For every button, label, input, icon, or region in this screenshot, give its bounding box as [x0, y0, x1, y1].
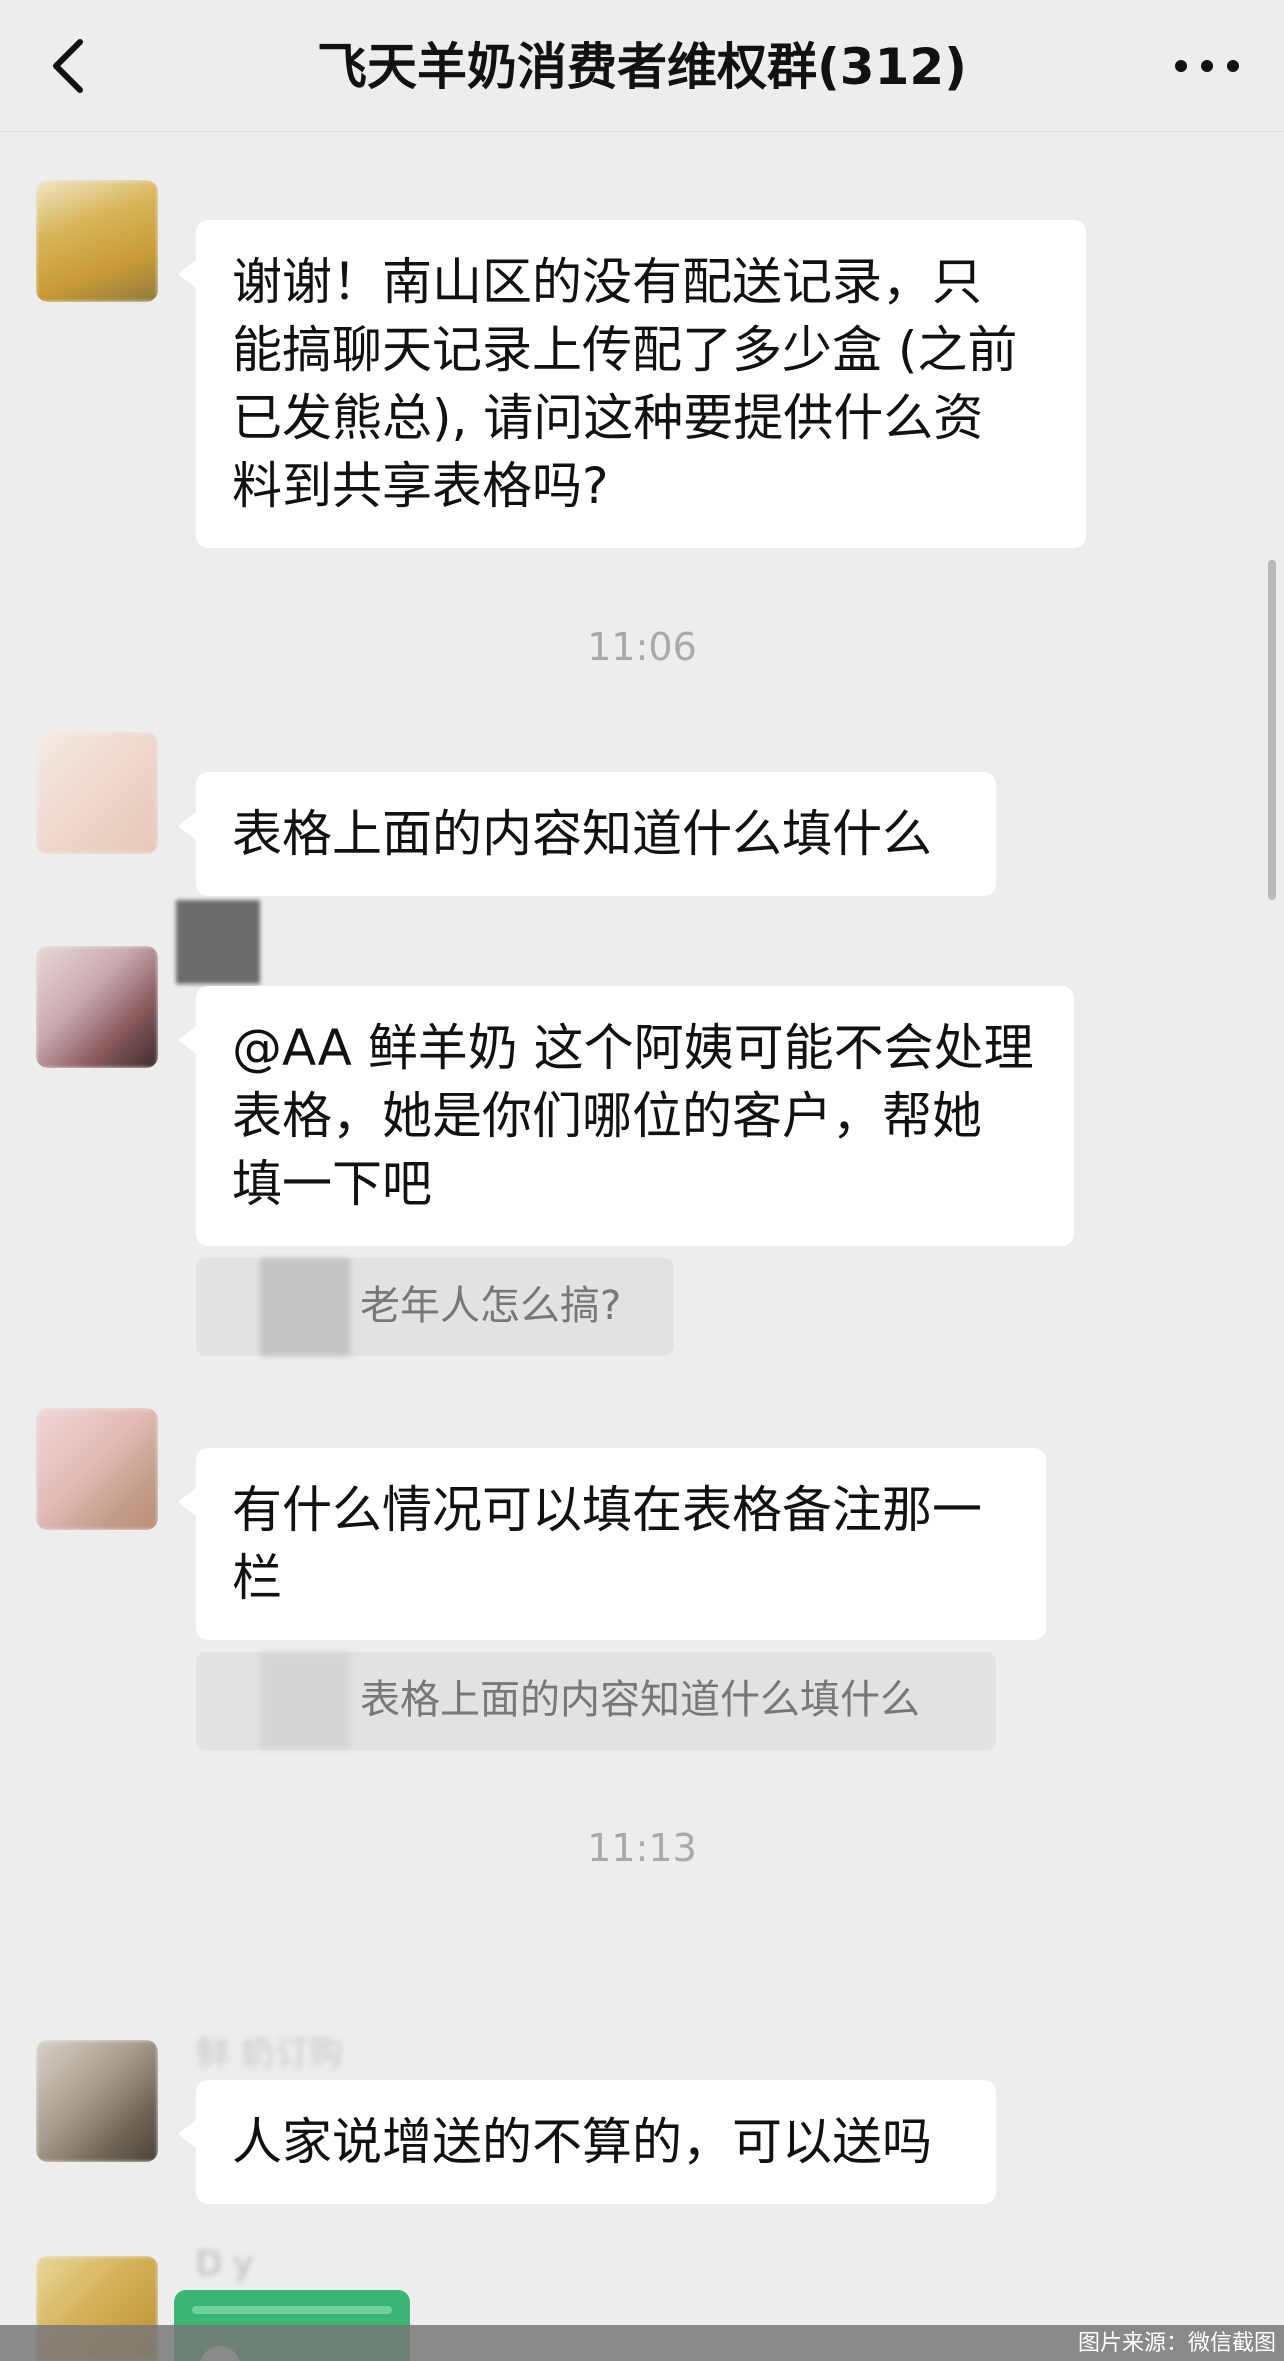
- message-bubble[interactable]: @AA 鲜羊奶 这个阿姨可能不会处理 表格，她是你们哪位的客户，帮她 填一下吧: [178, 986, 1074, 1246]
- quoted-text: 表格上面的内容知道什么填什么: [360, 1677, 920, 1723]
- message-text: 料到共享表格吗?: [232, 457, 609, 515]
- message-text: 谢谢！南山区的没有配送记录，只: [232, 253, 982, 311]
- message-text: 能搞聊天记录上传配了多少盒 (之前: [232, 321, 1018, 379]
- message-text: 人家说增送的不算的，可以送吗: [232, 2113, 932, 2171]
- message-text: 栏: [232, 1549, 282, 1607]
- message-bubble[interactable]: 表格上面的内容知道什么填什么: [178, 772, 996, 896]
- avatar[interactable]: [36, 2040, 158, 2162]
- chevron-left-icon: [53, 39, 83, 93]
- message-text: @AA 鲜羊奶 这个阿姨可能不会处理: [232, 1019, 1034, 1077]
- image-credit: 图片来源：微信截图: [1077, 2331, 1276, 2356]
- chat-header: 飞天羊奶消费者维权群(312): [0, 0, 1284, 132]
- chat-title: 飞天羊奶消费者维权群(312): [316, 38, 968, 96]
- message-text: 有什么情况可以填在表格备注那一: [232, 1481, 982, 1539]
- message-text: 表格，她是你们哪位的客户，帮她: [232, 1087, 982, 1145]
- message-bubble[interactable]: 人家说增送的不算的，可以送吗: [178, 2080, 996, 2204]
- message-text: 填一下吧: [232, 1155, 432, 1213]
- avatar[interactable]: [36, 180, 158, 302]
- message-text: 表格上面的内容知道什么填什么: [232, 805, 932, 863]
- card-header-bar: [192, 2306, 392, 2314]
- more-button[interactable]: [1170, 46, 1244, 86]
- quoted-reply[interactable]: 表格上面的内容知道什么填什么: [196, 1652, 996, 1750]
- avatar[interactable]: [36, 732, 158, 854]
- mosaic-overlay: [260, 1258, 350, 1356]
- timestamp: 11:06: [587, 625, 697, 669]
- avatar[interactable]: [36, 946, 158, 1068]
- back-button[interactable]: [44, 36, 94, 96]
- timestamp: 11:13: [587, 1826, 697, 1870]
- avatar[interactable]: [36, 1408, 158, 1530]
- message-bubble[interactable]: 谢谢！南山区的没有配送记录，只 能搞聊天记录上传配了多少盒 (之前 已发熊总),…: [178, 220, 1086, 548]
- sender-name: 鲜 奶订购: [196, 2034, 343, 2074]
- sender-name: D y: [196, 2244, 254, 2284]
- scrollbar[interactable]: [1268, 560, 1276, 900]
- quoted-text: 老年人怎么搞?: [360, 1283, 622, 1329]
- message-bubble[interactable]: 有什么情况可以填在表格备注那一 栏: [178, 1448, 1046, 1640]
- message-text: 已发熊总), 请问这种要提供什么资: [232, 389, 984, 447]
- quoted-reply[interactable]: 老年人怎么搞?: [196, 1258, 674, 1356]
- more-dots-icon: [1175, 60, 1239, 72]
- mosaic-overlay: [176, 900, 260, 984]
- chat-screen: 飞天羊奶消费者维权群(312) 谢谢！南山区的没有配送记录，只 能搞聊天记录上传…: [0, 0, 1284, 2361]
- mosaic-overlay: [260, 1652, 350, 1750]
